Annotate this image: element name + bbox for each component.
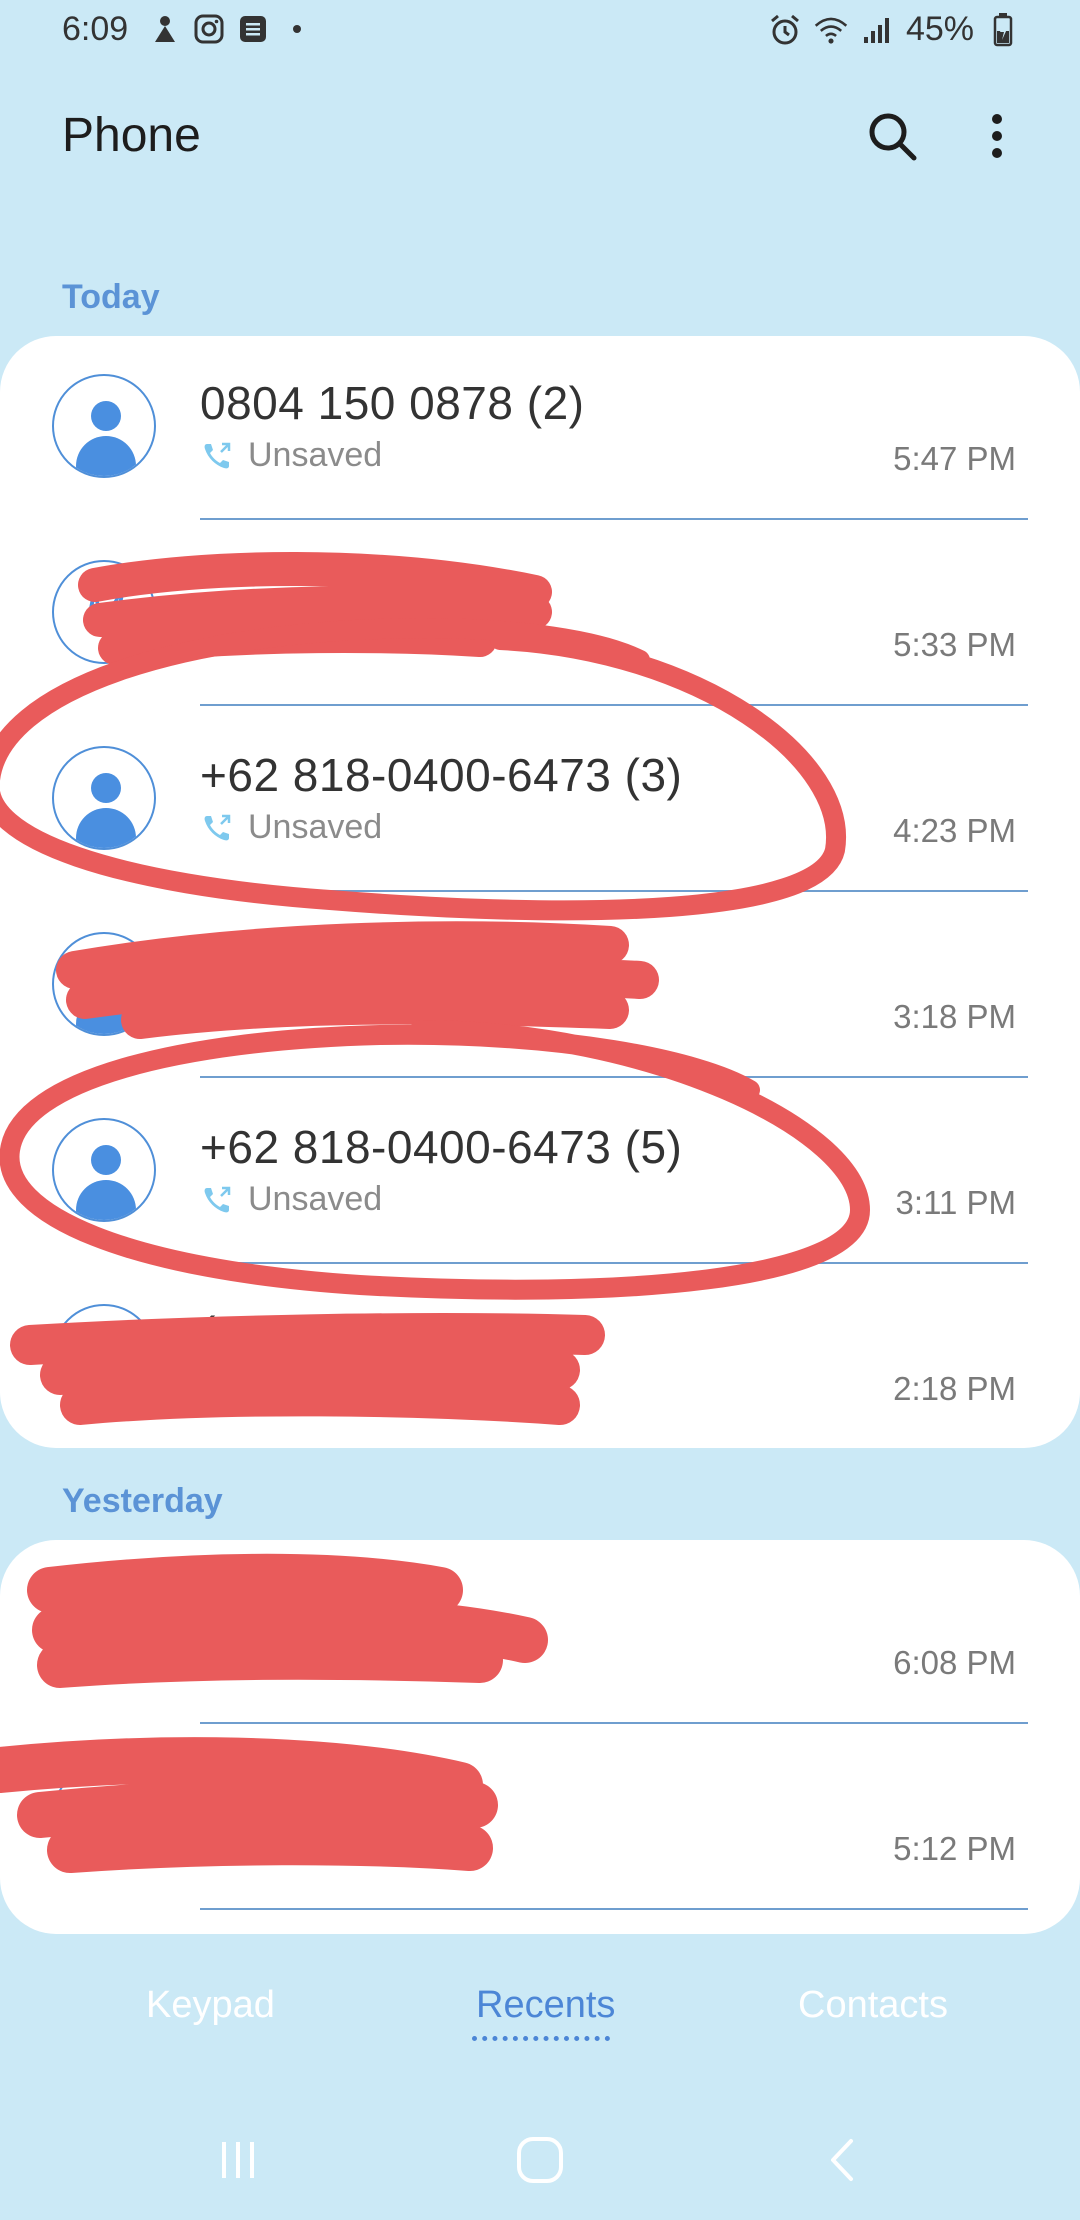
wifi-icon <box>814 13 848 47</box>
row-divider <box>200 1722 1028 1724</box>
call-row[interactable]: +62 818-0400-6473 (5) Unsaved 3:11 PM <box>0 1080 1080 1266</box>
call-time: 5:33 PM <box>893 626 1016 663</box>
call-row[interactable]: M 5:33 PM <box>0 522 1080 708</box>
contact-avatar[interactable] <box>52 1304 156 1408</box>
section-header-yesterday: Yesterday <box>62 1482 223 1520</box>
home-button[interactable] <box>500 2130 580 2190</box>
contact-avatar[interactable] <box>52 1578 156 1682</box>
incoming-call-icon <box>200 439 234 473</box>
page-title: Phone <box>62 109 201 162</box>
call-name: +62 818-0400-6473 (5) <box>200 1121 683 1173</box>
call-name: (021) 29720888 <box>200 1307 532 1359</box>
today-calls-card: 0804 150 0878 (2) Unsaved 5:47 PM M 5:33… <box>0 336 1080 1448</box>
row-divider <box>200 704 1028 706</box>
status-bar: 6:09 45% <box>0 0 1080 62</box>
call-time: 4:23 PM <box>893 812 1016 849</box>
call-row[interactable]: Hom 5:12 PM <box>0 1726 1080 1912</box>
call-subtitle: Unsaved <box>200 808 382 847</box>
contact-avatar[interactable] <box>52 374 156 478</box>
call-time: 5:47 PM <box>893 440 1016 477</box>
call-time: 5:12 PM <box>893 1830 1016 1867</box>
incoming-call-icon <box>200 811 234 845</box>
call-subtitle: Hom <box>200 1766 272 1805</box>
row-divider <box>200 518 1028 520</box>
alarm-icon <box>768 13 802 47</box>
call-subtitle: Unsaved <box>200 1180 382 1219</box>
call-type: Unsaved <box>248 436 383 474</box>
row-divider <box>200 1262 1028 1264</box>
contact-avatar[interactable] <box>52 1764 156 1868</box>
active-tab-indicator <box>472 2036 610 2041</box>
call-type: Unsaved <box>248 1180 383 1218</box>
recent-apps-button[interactable] <box>198 2130 278 2190</box>
contact-avatar[interactable]: M <box>52 560 156 664</box>
call-type: Hom <box>200 1766 272 1804</box>
contact-avatar[interactable] <box>52 1118 156 1222</box>
status-right-icons: 45% <box>768 10 1020 49</box>
call-subtitle: Mobile <box>200 1640 300 1679</box>
call-row[interactable]: 3:18 PM <box>0 894 1080 1080</box>
more-options-button[interactable] <box>972 106 1022 166</box>
assistant-icon <box>150 14 180 44</box>
call-row[interactable]: Mobile 6:08 PM <box>0 1540 1080 1726</box>
notes-icon <box>238 14 268 44</box>
battery-icon <box>986 12 1020 47</box>
row-divider <box>200 1908 1028 1910</box>
call-time: 3:18 PM <box>893 998 1016 1035</box>
call-name: +62 818-0400-6473 (3) <box>200 749 683 801</box>
more-vertical-icon <box>992 114 1002 158</box>
search-button[interactable] <box>862 106 922 166</box>
contact-avatar[interactable] <box>52 746 156 850</box>
instagram-icon <box>194 14 224 44</box>
recent-apps-icon <box>222 2142 254 2178</box>
call-name: 0804 150 0878 (2) <box>200 377 585 429</box>
call-row[interactable]: (021) 29720888 2:18 PM <box>0 1266 1080 1448</box>
call-subtitle: Unsaved <box>200 436 382 475</box>
avatar-letter: M <box>84 585 124 638</box>
tab-contacts[interactable]: Contacts <box>798 1984 948 2027</box>
call-time: 6:08 PM <box>893 1644 1016 1681</box>
tab-keypad[interactable]: Keypad <box>146 1984 275 2027</box>
call-time: 2:18 PM <box>893 1370 1016 1407</box>
call-time: 3:11 PM <box>895 1184 1016 1221</box>
back-icon <box>831 2139 853 2181</box>
tab-recents[interactable]: Recents <box>476 1984 615 2027</box>
home-icon <box>517 2137 563 2183</box>
call-type: Mobile <box>200 1640 301 1678</box>
status-left-icons <box>150 14 312 44</box>
battery-percent: 45% <box>905 10 974 48</box>
dot-icon <box>282 14 312 44</box>
row-divider <box>200 890 1028 892</box>
contact-avatar[interactable] <box>52 932 156 1036</box>
search-icon <box>869 113 917 161</box>
yesterday-calls-card: Mobile 6:08 PM Hom 5:12 PM <box>0 1540 1080 1934</box>
call-row[interactable]: 0804 150 0878 (2) Unsaved 5:47 PM <box>0 336 1080 522</box>
call-type: Unsaved <box>248 808 383 846</box>
section-header-today: Today <box>62 278 160 316</box>
call-row[interactable]: +62 818-0400-6473 (3) Unsaved 4:23 PM <box>0 708 1080 894</box>
row-divider <box>200 1076 1028 1078</box>
signal-icon <box>860 13 894 47</box>
status-time: 6:09 <box>62 10 129 48</box>
back-button[interactable] <box>802 2130 882 2190</box>
incoming-call-icon <box>200 1183 234 1217</box>
